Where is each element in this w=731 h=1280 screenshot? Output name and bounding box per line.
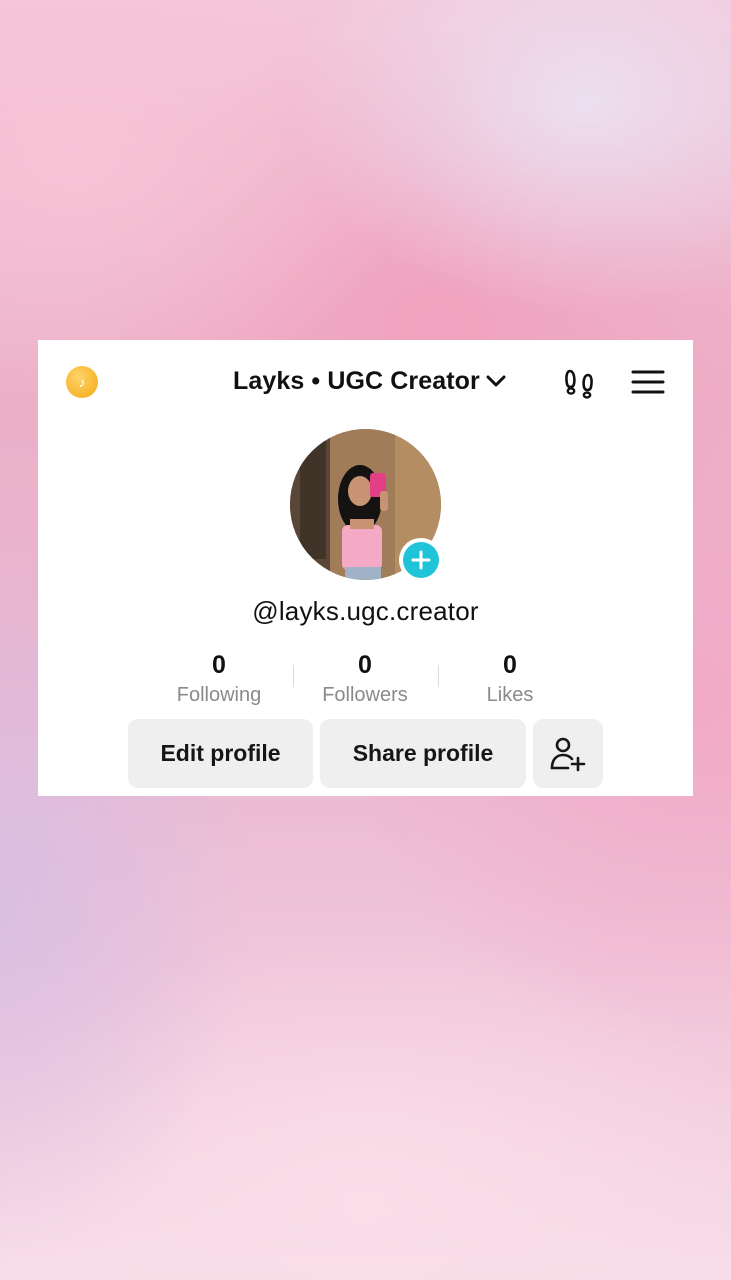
footprints-icon[interactable] — [560, 362, 600, 402]
stat-label: Following — [176, 684, 262, 706]
plus-icon — [411, 550, 431, 570]
username: @layks.ugc.creator — [252, 596, 479, 626]
stat-value: 0 — [358, 651, 372, 679]
coin-icon[interactable]: ♪ — [66, 366, 98, 398]
account-name: Layks • UGC Creator — [233, 366, 480, 395]
stat-following[interactable]: 0 Following — [146, 650, 292, 710]
coin-glyph: ♪ — [78, 374, 86, 390]
share-profile-button[interactable]: Share profile — [320, 719, 526, 788]
add-friend-button[interactable] — [533, 719, 603, 788]
stat-label: Followers — [322, 684, 408, 706]
stat-followers[interactable]: 0 Followers — [292, 650, 438, 710]
stat-value: 0 — [212, 651, 226, 679]
add-photo-button[interactable] — [399, 538, 443, 582]
add-friend-icon — [550, 737, 586, 771]
stat-value: 0 — [503, 651, 517, 679]
profile-card: ♪ Layks • UGC Creator @layks.ugc.creator… — [38, 340, 693, 796]
account-switcher[interactable]: Layks • UGC Creator — [233, 364, 506, 398]
stat-label: Likes — [486, 684, 534, 706]
stat-likes[interactable]: 0 Likes — [437, 650, 583, 710]
edit-profile-button[interactable]: Edit profile — [128, 719, 313, 788]
hamburger-menu-icon[interactable] — [628, 362, 668, 402]
chevron-down-icon — [486, 375, 506, 387]
